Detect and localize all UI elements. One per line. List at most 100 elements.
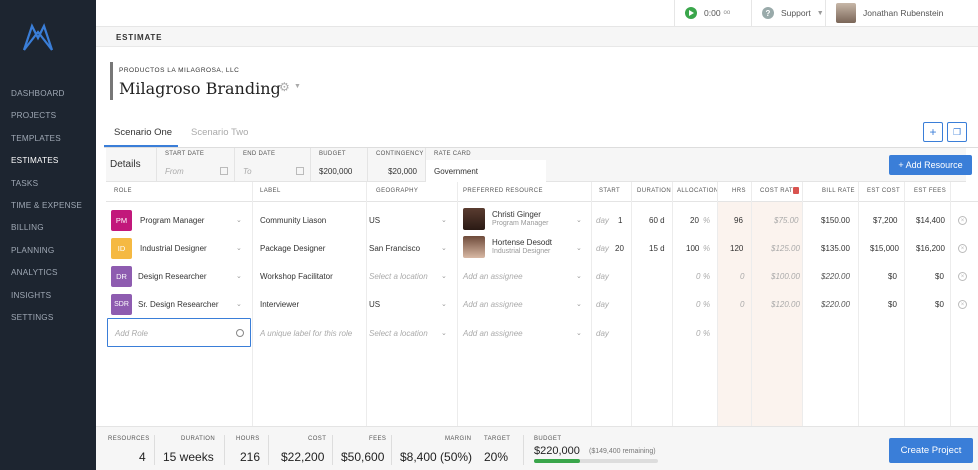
table-row[interactable]: SDR Sr. Design Researcher ⌄ Interviewer … — [106, 290, 978, 318]
budget-progress-bar — [534, 459, 658, 463]
chevron-down-icon[interactable]: ⌄ — [576, 300, 582, 308]
geography-select[interactable]: Select a location — [369, 329, 428, 338]
allocation-value[interactable]: 0 — [696, 329, 700, 338]
chevron-down-icon[interactable]: ⌄ — [441, 272, 447, 280]
day-unit: day — [596, 216, 609, 225]
chevron-down-icon[interactable]: ⌄ — [576, 329, 582, 337]
user-menu[interactable]: Jonathan Rubenstein — [825, 0, 943, 26]
assignee-select[interactable]: Add an assignee — [463, 300, 523, 309]
chevron-down-icon[interactable]: ⌄ — [441, 244, 447, 252]
duplicate-scenario-button[interactable]: ❐ — [947, 122, 967, 142]
start-date-field[interactable]: START DATE From — [156, 148, 234, 182]
label-input[interactable]: A unique label for this role — [260, 329, 352, 338]
chevron-down-icon[interactable]: ⌄ — [236, 216, 242, 224]
sidebar-item-insights[interactable]: INSIGHTS — [11, 290, 82, 312]
chevron-down-icon[interactable]: ⌄ — [576, 244, 582, 252]
est-fees-value: $16,200 — [916, 244, 945, 253]
role-label[interactable]: Package Designer — [260, 244, 325, 253]
resource-name[interactable]: Hortense Desodt — [492, 238, 552, 247]
start-value[interactable]: 1 — [618, 216, 622, 225]
remove-icon[interactable]: × — [958, 300, 967, 309]
resource-name[interactable]: Christi Ginger — [492, 210, 541, 219]
bill-rate-value[interactable]: $220.00 — [821, 300, 850, 309]
sidebar-item-time-expense[interactable]: TIME & EXPENSE — [11, 200, 82, 222]
calendar-icon[interactable] — [220, 167, 228, 175]
allocation-value[interactable]: 100 — [686, 244, 699, 253]
chevron-down-icon[interactable]: ⌄ — [236, 272, 242, 280]
table-row[interactable]: ID Industrial Designer ⌄ Package Designe… — [106, 234, 978, 262]
role-name[interactable]: Sr. Design Researcher — [138, 300, 218, 309]
sidebar-item-templates[interactable]: TEMPLATES — [11, 133, 82, 155]
tab-scenario-two[interactable]: Scenario Two — [191, 127, 248, 138]
role-name[interactable]: Program Manager — [140, 216, 204, 225]
sidebar-item-analytics[interactable]: ANALYTICS — [11, 267, 82, 289]
end-date-field[interactable]: END DATE To — [234, 148, 310, 182]
allocation-value[interactable]: 20 — [690, 216, 699, 225]
sidebar-item-projects[interactable]: PROJECTS — [11, 110, 82, 132]
geography[interactable]: US — [369, 300, 380, 309]
start-date-input[interactable]: From — [165, 167, 184, 176]
assignee-select[interactable]: Add an assignee — [463, 272, 523, 281]
day-unit: day — [596, 329, 609, 338]
bill-rate-value[interactable]: $135.00 — [821, 244, 850, 253]
role-label[interactable]: Community Liason — [260, 216, 326, 225]
role-label[interactable]: Workshop Facilitator — [260, 272, 333, 281]
role-label[interactable]: Interviewer — [260, 300, 299, 309]
create-project-button[interactable]: Create Project — [889, 438, 973, 463]
sidebar-nav: DASHBOARD PROJECTS TEMPLATES ESTIMATES T… — [11, 88, 82, 334]
contingency-field[interactable]: CONTINGENCY $20,000 — [367, 148, 425, 182]
duration-value[interactable]: 60 d — [649, 216, 665, 225]
calendar-icon[interactable] — [296, 167, 304, 175]
geography[interactable]: US — [369, 216, 380, 225]
play-icon[interactable] — [685, 7, 697, 19]
add-resource-button[interactable]: + Add Resource — [889, 155, 972, 175]
bill-rate-value[interactable]: $150.00 — [821, 216, 850, 225]
chevron-down-icon[interactable]: ⌄ — [236, 244, 242, 252]
budget-field[interactable]: BUDGET $200,000 — [310, 148, 367, 182]
chevron-down-icon[interactable]: ⌄ — [576, 272, 582, 280]
remove-icon[interactable]: × — [958, 272, 967, 281]
chevron-down-icon[interactable]: ⌄ — [236, 300, 242, 308]
add-scenario-button[interactable]: + — [923, 122, 943, 142]
rate-card-select[interactable]: Government — [434, 167, 478, 176]
remove-icon[interactable]: × — [958, 244, 967, 253]
new-role-row: A unique label for this role Select a lo… — [106, 319, 978, 347]
sidebar-item-tasks[interactable]: TASKS — [11, 178, 82, 200]
table-row[interactable]: DR Design Researcher ⌄ Workshop Facilita… — [106, 262, 978, 290]
start-value[interactable]: 20 — [615, 244, 624, 253]
topbar: 0:00 oo ? Support ▼ Jonathan Rubenstein — [96, 0, 978, 27]
geography-select[interactable]: Select a location — [369, 272, 428, 281]
chevron-down-icon[interactable]: ⌄ — [441, 216, 447, 224]
contingency-input[interactable]: $20,000 — [388, 167, 417, 176]
chevron-down-icon[interactable]: ⌄ — [441, 329, 447, 337]
role-name[interactable]: Design Researcher — [138, 272, 206, 281]
chevron-down-icon[interactable]: ▼ — [294, 83, 301, 90]
remove-icon[interactable]: × — [958, 216, 967, 225]
table-row[interactable]: PM Program Manager ⌄ Community Liason US… — [106, 206, 978, 234]
lock-icon[interactable] — [793, 187, 799, 194]
col-duration: DURATION — [637, 188, 672, 194]
chevron-down-icon[interactable]: ⌄ — [576, 216, 582, 224]
end-date-input[interactable]: To — [243, 167, 252, 176]
avatar — [463, 208, 485, 230]
allocation-value[interactable]: 0 — [696, 300, 700, 309]
sidebar-item-estimates[interactable]: ESTIMATES — [11, 155, 82, 177]
timer[interactable]: 0:00 oo — [674, 0, 730, 26]
chevron-down-icon[interactable]: ⌄ — [441, 300, 447, 308]
sidebar-item-billing[interactable]: BILLING — [11, 222, 82, 244]
bill-rate-value[interactable]: $220.00 — [821, 272, 850, 281]
sidebar-item-dashboard[interactable]: DASHBOARD — [11, 88, 82, 110]
support-menu[interactable]: ? Support ▼ — [751, 0, 824, 26]
gear-icon[interactable]: ⚙ — [279, 80, 290, 94]
duration-value[interactable]: 15 d — [649, 244, 665, 253]
sidebar-item-settings[interactable]: SETTINGS — [11, 312, 82, 334]
role-name[interactable]: Industrial Designer — [140, 244, 207, 253]
assignee-select[interactable]: Add an assignee — [463, 329, 523, 338]
tab-scenario-one[interactable]: Scenario One — [114, 127, 172, 138]
rate-card-field[interactable]: RATE CARD Government — [425, 148, 546, 182]
geography[interactable]: San Francisco — [369, 244, 420, 253]
allocation-value[interactable]: 0 — [696, 272, 700, 281]
sidebar-item-planning[interactable]: PLANNING — [11, 245, 82, 267]
budget-input[interactable]: $200,000 — [319, 167, 352, 176]
logo-icon[interactable] — [22, 22, 54, 54]
